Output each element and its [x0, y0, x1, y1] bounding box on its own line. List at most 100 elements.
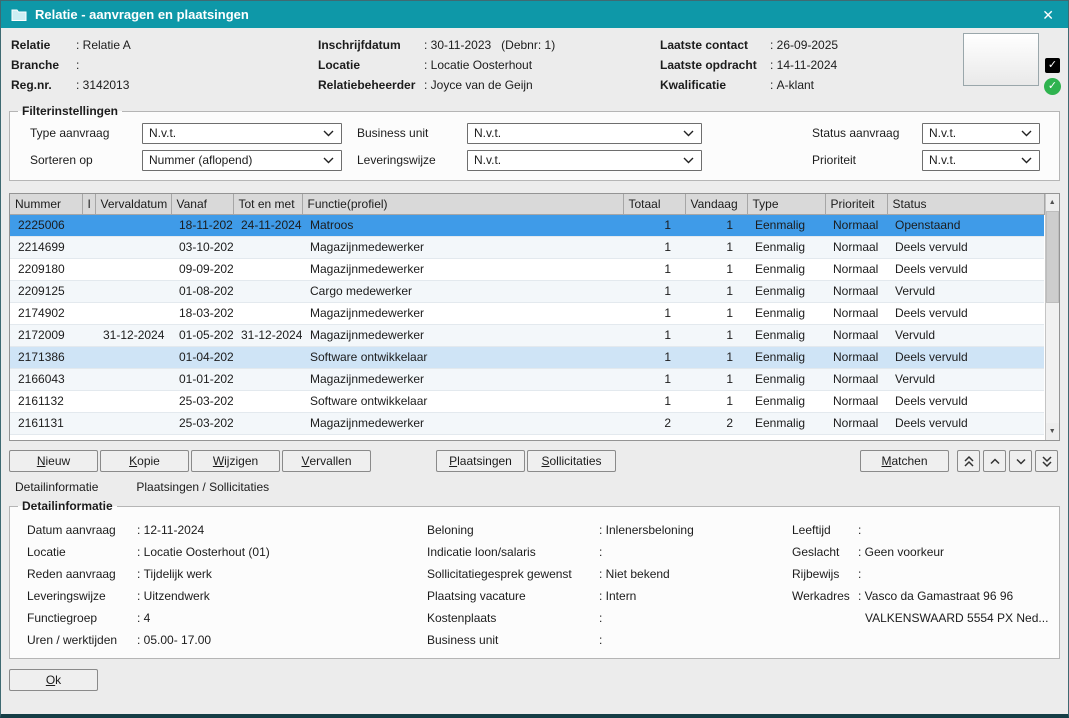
nieuw-button[interactable]: Nieuw [9, 450, 98, 472]
sorteren-op-select[interactable]: Nummer (aflopend) [142, 150, 342, 171]
column-header-prioriteit[interactable]: Prioriteit [825, 194, 887, 214]
table-cell [95, 258, 171, 280]
table-cell: Normaal [825, 302, 887, 324]
column-header-i[interactable]: I [82, 194, 95, 214]
table-row[interactable]: 217490218-03-2024Magazijnmedewerker11Een… [10, 302, 1044, 324]
move-up-button[interactable] [983, 450, 1006, 472]
vertical-scrollbar[interactable]: ▲ ▼ [1045, 194, 1060, 440]
table-cell: 2209125 [10, 280, 82, 302]
table-row[interactable]: 217200931-12-202401-05-202431-12-2024Mag… [10, 324, 1044, 346]
column-header-vervaldatum[interactable]: Vervaldatum [95, 194, 171, 214]
chevron-down-icon [683, 130, 694, 137]
detail-information-groupbox: Detailinformatie Datum aanvraag12-11-202… [9, 499, 1060, 659]
table-cell: Deels vervuld [887, 412, 1044, 434]
column-header-status[interactable]: Status [887, 194, 1044, 214]
field-value: 14-11-2024 [770, 55, 837, 75]
scroll-up-button[interactable]: ▲ [1046, 194, 1060, 211]
wijzigen-button[interactable]: Wijzigen [191, 450, 280, 472]
vervallen-button[interactable]: Vervallen [282, 450, 371, 472]
chevron-up-icon [988, 454, 1002, 468]
prioriteit-select[interactable]: N.v.t. [922, 150, 1040, 171]
scroll-down-button[interactable]: ▼ [1046, 423, 1060, 440]
detail-value [599, 629, 606, 651]
table-row[interactable]: 222500618-11-202424-11-2024Matroos11Eenm… [10, 214, 1044, 236]
matchen-button[interactable]: Matchen [860, 450, 949, 472]
column-header-nummer[interactable]: Nummer [10, 194, 82, 214]
column-header-type[interactable]: Type [747, 194, 825, 214]
table-cell: 1 [623, 280, 685, 302]
table-cell: 18-11-2024 [171, 214, 233, 236]
move-last-button[interactable] [1035, 450, 1058, 472]
type-aanvraag-select[interactable]: N.v.t. [142, 123, 342, 144]
table-row[interactable]: 221469903-10-2024Magazijnmedewerker11Een… [10, 236, 1044, 258]
table-row[interactable]: 220918009-09-2024Magazijnmedewerker11Een… [10, 258, 1044, 280]
column-header-tot-en-met[interactable]: Tot en met [233, 194, 302, 214]
sollicitaties-button[interactable]: Sollicitaties [527, 450, 616, 472]
filter-settings-groupbox: Filterinstellingen Type aanvraag N.v.t. … [9, 104, 1060, 181]
table-row[interactable]: 220912501-08-2024Cargo medewerker11Eenma… [10, 280, 1044, 302]
table-cell [233, 368, 302, 390]
table-cell: 2172009 [10, 324, 82, 346]
detail-value: Vasco da Gamastraat 96 96 [858, 585, 1013, 607]
table-cell: Eenmalig [747, 324, 825, 346]
move-first-button[interactable] [957, 450, 980, 472]
move-down-button[interactable] [1009, 450, 1032, 472]
detail-value: 05.00- 17.00 [137, 629, 211, 651]
table-cell [95, 368, 171, 390]
column-header-functie-profiel[interactable]: Functie(profiel) [302, 194, 623, 214]
status-aanvraag-select[interactable]: N.v.t. [922, 123, 1040, 144]
table-cell [95, 346, 171, 368]
column-header-vanaf[interactable]: Vanaf [171, 194, 233, 214]
scrollbar-track[interactable] [1046, 303, 1060, 423]
detail-value: Inlenersbeloning [599, 519, 694, 541]
tab-detailinformatie[interactable]: Detailinformatie [15, 480, 98, 496]
table-cell: 1 [685, 258, 747, 280]
table-cell [233, 236, 302, 258]
table-cell: Software ontwikkelaar [302, 390, 623, 412]
detail-label: Locatie [27, 541, 137, 563]
table-cell: 1 [623, 214, 685, 236]
scrollbar-thumb[interactable] [1046, 211, 1060, 303]
table-cell: Deels vervuld [887, 390, 1044, 412]
table-row[interactable]: 216113125-03-2024Magazijnmedewerker22Een… [10, 412, 1044, 434]
table-cell [233, 390, 302, 412]
table-cell: Cargo medewerker [302, 280, 623, 302]
table-cell [233, 280, 302, 302]
tab-plaatsingen-sollicitaties[interactable]: Plaatsingen / Sollicitaties [136, 480, 269, 496]
chevron-down-icon [323, 130, 334, 137]
table-cell: Openstaand [887, 214, 1044, 236]
header-column-middle: Inschrijfdatum30-11-2023 (Debnr: 1) Loca… [318, 35, 660, 95]
table-cell: 2 [685, 412, 747, 434]
field-value [76, 55, 83, 75]
detail-value: Geen voorkeur [858, 541, 944, 563]
business-unit-select[interactable]: N.v.t. [467, 123, 702, 144]
relation-header: RelatieRelatie A Branche Reg.nr.3142013 … [1, 28, 1068, 101]
field-label: Laatste opdracht [660, 55, 770, 75]
table-cell: Normaal [825, 236, 887, 258]
table-cell: 01-08-2024 [171, 280, 233, 302]
detail-value: 12-11-2024 [137, 519, 204, 541]
column-header-totaal[interactable]: Totaal [623, 194, 685, 214]
table-row[interactable]: 216604301-01-2024Magazijnmedewerker11Een… [10, 368, 1044, 390]
table-cell: 01-01-2024 [171, 368, 233, 390]
title-bar[interactable]: Relatie - aanvragen en plaatsingen ✕ [1, 1, 1068, 28]
table-cell: 18-03-2024 [171, 302, 233, 324]
black-checkbox-icon[interactable]: ✓ [1045, 58, 1060, 73]
plaatsingen-button[interactable]: Plaatsingen [436, 450, 525, 472]
detail-value [599, 541, 606, 563]
ok-button[interactable]: Ok [9, 669, 98, 691]
detail-value [858, 519, 865, 541]
leveringswijze-select[interactable]: N.v.t. [467, 150, 702, 171]
kopie-button[interactable]: Kopie [100, 450, 189, 472]
field-value: A-klant [770, 75, 814, 95]
table-cell: Normaal [825, 368, 887, 390]
column-header-vandaag[interactable]: Vandaag [685, 194, 747, 214]
close-icon[interactable]: ✕ [1038, 6, 1058, 24]
table-row[interactable]: 217138601-04-2024Software ontwikkelaar11… [10, 346, 1044, 368]
detail-value: 4 [137, 607, 150, 629]
table-cell: Magazijnmedewerker [302, 368, 623, 390]
relatie-window: Relatie - aanvragen en plaatsingen ✕ Rel… [0, 0, 1069, 718]
filter-label: Business unit [357, 126, 467, 140]
table-cell: 1 [685, 368, 747, 390]
table-row[interactable]: 216113225-03-2024Software ontwikkelaar11… [10, 390, 1044, 412]
